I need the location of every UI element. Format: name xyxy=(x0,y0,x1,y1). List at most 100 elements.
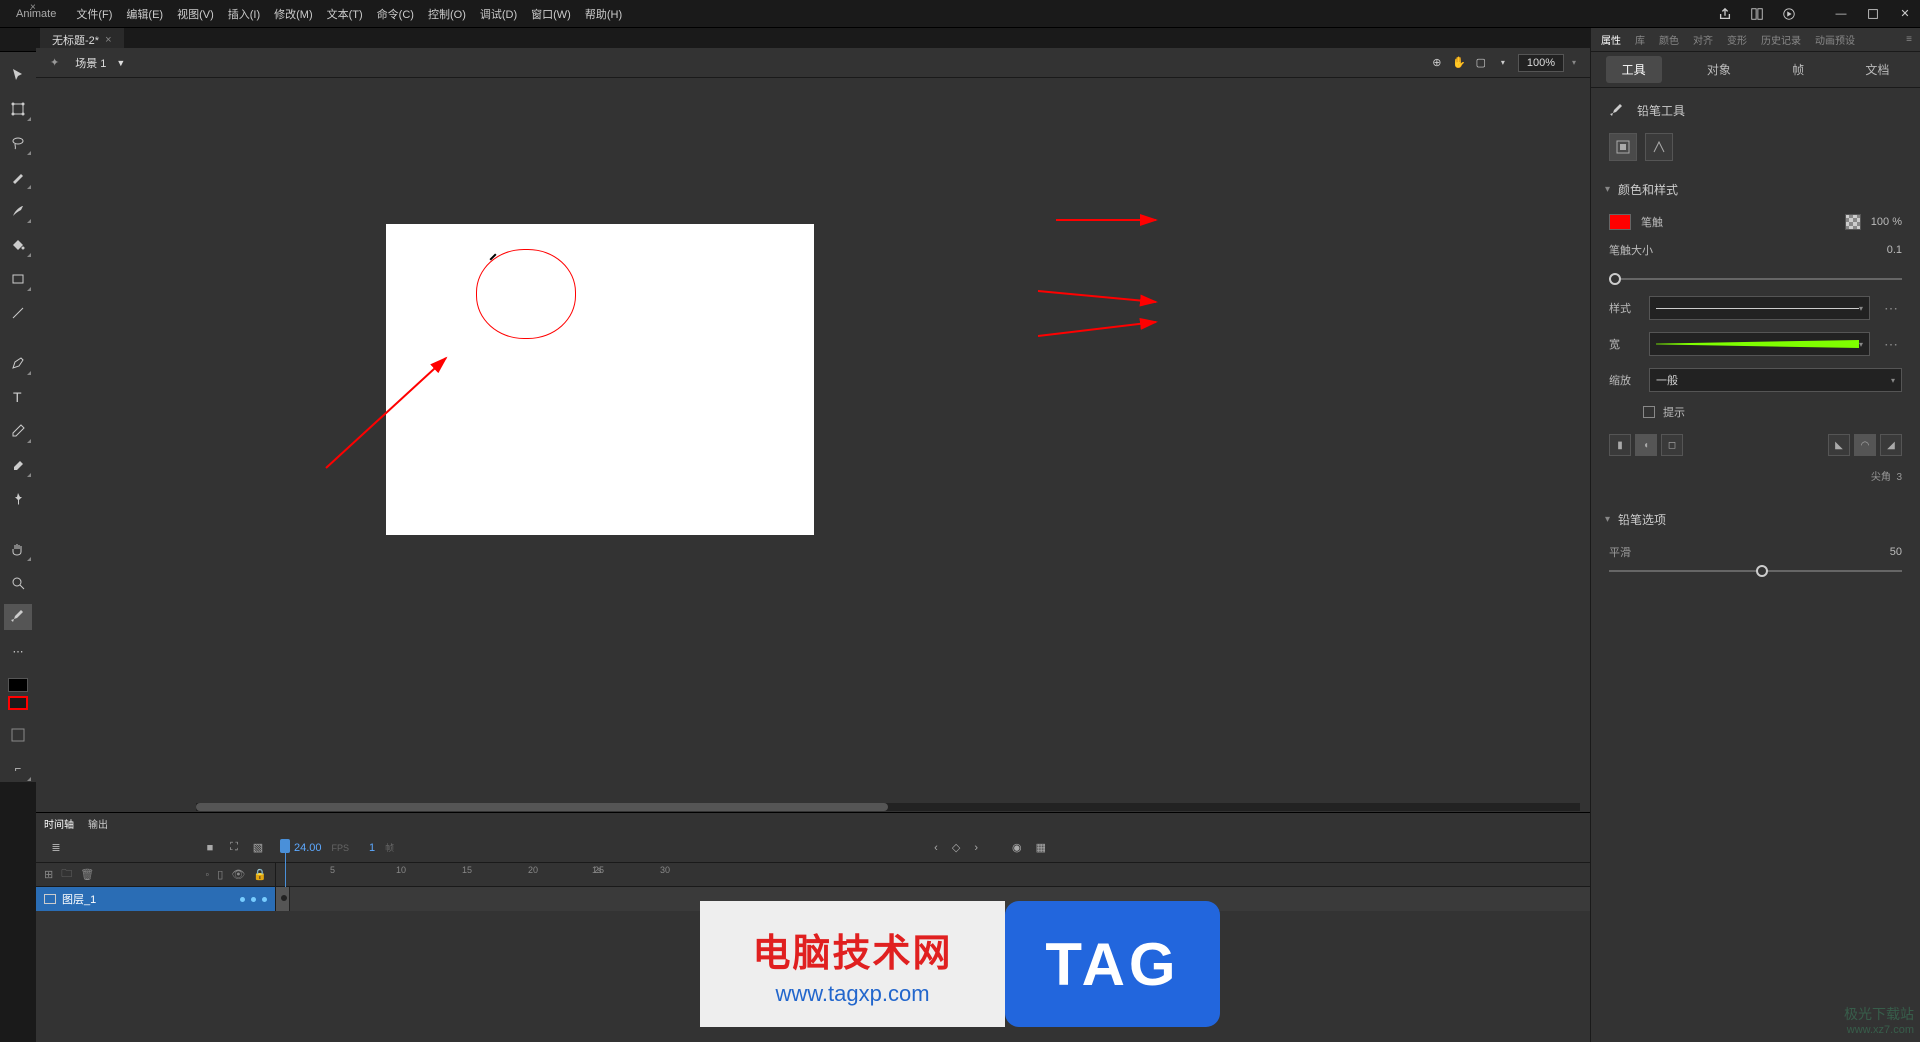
menu-control[interactable]: 控制(O) xyxy=(428,6,466,22)
tab-close-icon[interactable]: × xyxy=(105,34,111,46)
next-key-icon[interactable]: › xyxy=(974,842,978,854)
scene-back-icon[interactable]: ✦ xyxy=(50,56,59,69)
corner-value[interactable]: 3 xyxy=(1896,472,1902,483)
menu-modify[interactable]: 修改(M) xyxy=(274,6,313,22)
eyedropper-tool[interactable] xyxy=(4,418,32,444)
scale-dropdown[interactable]: 一般 ▾ xyxy=(1649,368,1902,392)
slider-thumb[interactable] xyxy=(1609,273,1621,285)
object-drawing-icon[interactable] xyxy=(1609,133,1637,161)
workspace-icon[interactable] xyxy=(1750,7,1764,21)
layers-icon[interactable]: ≣ xyxy=(48,840,64,856)
prev-key-icon[interactable]: ‹ xyxy=(934,842,938,854)
slider-thumb[interactable] xyxy=(1756,565,1768,577)
swap-colors-icon[interactable] xyxy=(4,722,32,748)
layer-depth-icon[interactable]: ⛶ xyxy=(226,840,242,856)
smooth-value[interactable]: 50 xyxy=(1890,546,1902,558)
menu-edit[interactable]: 编辑(E) xyxy=(126,6,163,22)
tab-transform[interactable]: 变形 xyxy=(1725,32,1749,47)
menu-help[interactable]: 帮助(H) xyxy=(585,6,622,22)
visibility-icon[interactable]: 👁 xyxy=(231,868,245,881)
join-bevel-icon[interactable]: ◢ xyxy=(1880,434,1902,456)
lasso-tool[interactable] xyxy=(4,130,32,156)
eraser-tool[interactable] xyxy=(4,452,32,478)
section-color-style[interactable]: ▾ 颜色和样式 xyxy=(1591,171,1920,208)
tab-align[interactable]: 对齐 xyxy=(1691,32,1715,47)
layer-cell[interactable]: 图层_1 xyxy=(36,887,276,911)
frame-value[interactable]: 1 xyxy=(369,842,375,854)
layer-lock-dot[interactable] xyxy=(262,897,267,902)
cap-butt-icon[interactable]: ▮ xyxy=(1609,434,1631,456)
corner-close-icon[interactable]: × xyxy=(30,2,36,13)
stage[interactable] xyxy=(386,224,814,535)
subtab-frame[interactable]: 帧 xyxy=(1776,56,1820,83)
zoom-chevron-icon[interactable]: ▾ xyxy=(1572,58,1576,67)
highlight-icon[interactable]: ◦ xyxy=(205,869,209,881)
chevron-down-icon[interactable]: ▾ xyxy=(1496,56,1510,70)
zoom-tool[interactable] xyxy=(4,570,32,596)
add-folder-icon[interactable]: 🗀 xyxy=(61,865,72,884)
layer-visible-dot[interactable] xyxy=(251,897,256,902)
keyframe[interactable] xyxy=(281,895,287,901)
pen-tool[interactable] xyxy=(4,350,32,376)
stroke-size-slider[interactable] xyxy=(1591,264,1920,290)
classic-brush-tool[interactable] xyxy=(4,198,32,224)
menu-command[interactable]: 命令(C) xyxy=(377,6,414,22)
width-dropdown[interactable]: ▾ xyxy=(1649,332,1870,356)
tab-library[interactable]: 库 xyxy=(1633,32,1647,47)
pencil-tool[interactable] xyxy=(4,604,32,630)
playhead[interactable] xyxy=(280,839,290,887)
scene-selector[interactable]: 场景 1 ▼ xyxy=(75,55,125,71)
style-options-icon[interactable]: ⋯ xyxy=(1880,300,1902,317)
hand-tool[interactable] xyxy=(4,536,32,562)
smooth-slider[interactable] xyxy=(1591,566,1920,582)
canvas-area[interactable] xyxy=(36,78,1590,812)
tab-properties[interactable]: 属性 xyxy=(1599,32,1623,47)
onion-skin-icon[interactable]: ▧ xyxy=(250,840,266,856)
canvas-hscrollbar[interactable] xyxy=(196,803,1580,811)
insert-key-icon[interactable]: ◇ xyxy=(952,841,960,854)
hint-checkbox[interactable] xyxy=(1643,406,1655,418)
tab-timeline[interactable]: 时间轴 xyxy=(44,816,74,831)
rectangle-tool[interactable] xyxy=(4,266,32,292)
style-dropdown[interactable]: ▾ xyxy=(1649,296,1870,320)
maximize-icon[interactable] xyxy=(1866,7,1880,21)
onion-icon[interactable]: ◉ xyxy=(1012,841,1022,854)
menu-file[interactable]: 文件(F) xyxy=(76,6,112,22)
width-options-icon[interactable]: ⋯ xyxy=(1880,336,1902,353)
tab-color[interactable]: 颜色 xyxy=(1657,32,1681,47)
pin-tool[interactable] xyxy=(4,486,32,512)
outline-icon[interactable]: ▯ xyxy=(217,868,223,881)
free-transform-tool[interactable] xyxy=(4,96,32,122)
delete-layer-icon[interactable]: 🗑 xyxy=(80,868,94,881)
tab-history[interactable]: 历史记录 xyxy=(1759,32,1803,47)
layer-name[interactable]: 图层_1 xyxy=(62,891,96,907)
subtab-tool[interactable]: 工具 xyxy=(1606,56,1662,83)
layer-highlight-dot[interactable] xyxy=(240,897,245,902)
stroke-alpha[interactable]: 100 % xyxy=(1871,216,1902,228)
cap-round-icon[interactable]: ◖ xyxy=(1635,434,1657,456)
play-icon[interactable] xyxy=(1782,7,1796,21)
minimize-icon[interactable]: — xyxy=(1834,7,1848,21)
edit-multiple-icon[interactable]: ▦ xyxy=(1036,841,1046,854)
panel-menu-icon[interactable]: ≡ xyxy=(1906,34,1912,45)
center-stage-icon[interactable]: ⊕ xyxy=(1430,56,1444,70)
paint-bucket-tool[interactable] xyxy=(4,232,32,258)
alpha-checker-icon[interactable] xyxy=(1845,214,1861,230)
stroke-color-chip[interactable] xyxy=(1609,214,1631,230)
share-icon[interactable] xyxy=(1718,7,1732,21)
frames-cell[interactable] xyxy=(276,887,1590,911)
lock-icon[interactable]: 🔒 xyxy=(253,868,267,881)
layer-row[interactable]: 图层_1 xyxy=(36,887,1590,911)
menu-debug[interactable]: 调试(D) xyxy=(480,6,517,22)
join-round-icon[interactable]: ◠ xyxy=(1854,434,1876,456)
more-tools-icon[interactable]: ⋯ xyxy=(4,638,32,664)
menu-text[interactable]: 文本(T) xyxy=(327,6,363,22)
text-tool[interactable]: T xyxy=(4,384,32,410)
tab-output[interactable]: 输出 xyxy=(88,816,108,831)
tab-anim-preset[interactable]: 动画预设 xyxy=(1813,32,1857,47)
subtab-object[interactable]: 对象 xyxy=(1691,56,1747,83)
cap-square-icon[interactable]: ◻ xyxy=(1661,434,1683,456)
zoom-input[interactable]: 100% xyxy=(1518,54,1564,72)
subtab-document[interactable]: 文档 xyxy=(1849,56,1905,83)
options-icon[interactable]: ⌐ xyxy=(4,756,32,782)
